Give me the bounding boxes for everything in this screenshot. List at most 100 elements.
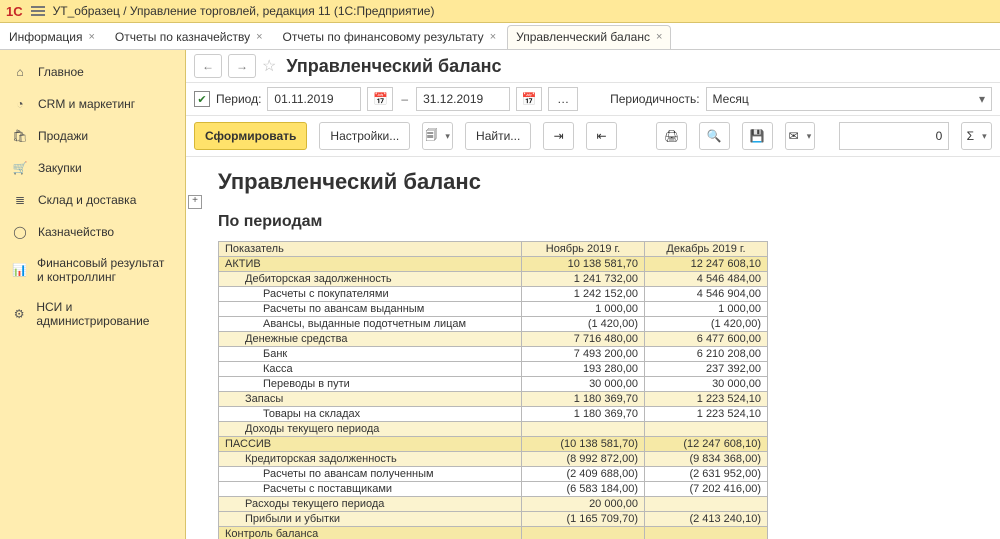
row-label: Запасы <box>219 392 522 407</box>
sum-button[interactable]: Σ▾ <box>961 122 992 150</box>
row-label: Товары на складах <box>219 407 522 422</box>
table-row[interactable]: Расчеты по авансам выданным1 000,001 000… <box>219 302 768 317</box>
report-table: Показатель Ноябрь 2019 г. Декабрь 2019 г… <box>218 241 768 539</box>
crm-icon: ◔ <box>12 96 28 112</box>
sidebar-item-stock[interactable]: ≣Склад и доставка <box>0 184 185 216</box>
row-value-1: 7 716 480,00 <box>522 332 645 347</box>
save-icon: 💾 <box>750 129 765 143</box>
sidebar-item-sales[interactable]: 🛍Продажи <box>0 120 185 152</box>
table-row[interactable]: Денежные средства7 716 480,006 477 600,0… <box>219 332 768 347</box>
row-value-1: (1 420,00) <box>522 317 645 332</box>
save-button[interactable]: 💾 <box>742 122 773 150</box>
table-row[interactable]: Контроль баланса <box>219 527 768 539</box>
sigma-icon: Σ <box>967 129 974 143</box>
frequency-combo[interactable]: Месяц ▾ <box>706 87 992 111</box>
limit-input[interactable]: 0 <box>839 122 949 150</box>
sidebar-item-crm[interactable]: ◔CRM и маркетинг <box>0 88 185 120</box>
date-from-calendar-icon[interactable]: 📅 <box>367 87 393 111</box>
outline-toggle[interactable]: + <box>188 195 202 209</box>
row-value-2: 4 546 484,00 <box>645 272 768 287</box>
period-select-button[interactable]: … <box>548 87 578 111</box>
row-value-1: 10 138 581,70 <box>522 257 645 272</box>
table-row[interactable]: Банк7 493 200,006 210 208,00 <box>219 347 768 362</box>
sidebar-item-purch[interactable]: 🛒Закупки <box>0 152 185 184</box>
print-button[interactable]: 🖨 <box>656 122 687 150</box>
find-button[interactable]: Найти... <box>465 122 531 150</box>
row-label: Расчеты по авансам выданным <box>219 302 522 317</box>
row-value-2: (7 202 416,00) <box>645 482 768 497</box>
sales-icon: 🛍 <box>12 128 28 144</box>
table-row[interactable]: АКТИВ10 138 581,7012 247 608,10 <box>219 257 768 272</box>
table-row[interactable]: Расходы текущего периода20 000,00 <box>219 497 768 512</box>
row-value-2: (2 631 952,00) <box>645 467 768 482</box>
tab-label: Управленческий баланс <box>516 30 650 44</box>
send-button[interactable]: ✉▾ <box>785 122 816 150</box>
print-icon: 🖨 <box>664 129 679 143</box>
table-row[interactable]: Расчеты по авансам полученным(2 409 688,… <box>219 467 768 482</box>
sidebar-item-label: Закупки <box>38 161 82 175</box>
expand-all-button[interactable]: ⇥ <box>543 122 574 150</box>
row-value-1: 1 180 369,70 <box>522 392 645 407</box>
sidebar-item-label: НСИ и администрирование <box>36 300 173 328</box>
period-checkbox[interactable]: ✔ <box>194 91 210 107</box>
preview-icon: 🔍 <box>707 129 722 143</box>
form-report-button[interactable]: Сформировать <box>194 122 307 150</box>
close-icon[interactable]: × <box>490 31 496 43</box>
tab-отчеты-по-финансовому-результату[interactable]: Отчеты по финансовому результату× <box>274 25 506 49</box>
table-row[interactable]: Авансы, выданные подотчетным лицам(1 420… <box>219 317 768 332</box>
report-title: Управленческий баланс <box>218 169 1000 195</box>
nav-back-button[interactable]: ← <box>194 54 222 78</box>
row-label: Расчеты с поставщиками <box>219 482 522 497</box>
row-value-1: 1 241 732,00 <box>522 272 645 287</box>
table-row[interactable]: Расчеты с покупателями1 242 152,004 546 … <box>219 287 768 302</box>
sidebar-item-home[interactable]: ⌂Главное <box>0 56 185 88</box>
date-separator: – <box>399 92 410 106</box>
tab-управленческий-баланс[interactable]: Управленческий баланс × <box>507 25 671 49</box>
row-value-1: (1 165 709,70) <box>522 512 645 527</box>
table-row[interactable]: Дебиторская задолженность1 241 732,004 5… <box>219 272 768 287</box>
row-label: Переводы в пути <box>219 377 522 392</box>
sidebar-item-treasury[interactable]: ◯Казначейство <box>0 216 185 248</box>
sidebar-item-label: Казначейство <box>38 225 114 239</box>
date-to-input[interactable]: 31.12.2019 <box>416 87 510 111</box>
date-from-input[interactable]: 01.11.2019 <box>267 87 361 111</box>
table-row[interactable]: Кредиторская задолженность(8 992 872,00)… <box>219 452 768 467</box>
close-icon[interactable]: × <box>88 31 94 43</box>
sidebar-item-fin[interactable]: 📊Финансовый результат и контроллинг <box>0 248 185 292</box>
nav-forward-button[interactable]: → <box>228 54 256 78</box>
table-row[interactable]: Расчеты с поставщиками(6 583 184,00)(7 2… <box>219 482 768 497</box>
date-to-calendar-icon[interactable]: 📅 <box>516 87 542 111</box>
row-label: ПАССИВ <box>219 437 522 452</box>
preview-button[interactable]: 🔍 <box>699 122 730 150</box>
row-value-1: 193 280,00 <box>522 362 645 377</box>
tab-bar: Информация×Отчеты по казначейству×Отчеты… <box>0 23 1000 50</box>
sidebar-item-admin[interactable]: ⚙НСИ и администрирование <box>0 292 185 336</box>
collapse-all-button[interactable]: ⇤ <box>586 122 617 150</box>
row-value-2: 12 247 608,10 <box>645 257 768 272</box>
report-subtitle: По периодам <box>218 213 1000 231</box>
mail-icon: ✉ <box>789 129 799 143</box>
col-period-1: Ноябрь 2019 г. <box>522 242 645 257</box>
favorite-star-icon[interactable]: ☆ <box>262 56 276 76</box>
table-row[interactable]: ПАССИВ(10 138 581,70)(12 247 608,10) <box>219 437 768 452</box>
app-logo-icon: 1С <box>6 4 23 19</box>
home-icon: ⌂ <box>12 64 28 80</box>
tab-информация[interactable]: Информация× <box>0 25 104 49</box>
row-value-2: 1 223 524,10 <box>645 407 768 422</box>
table-row[interactable]: Переводы в пути30 000,0030 000,00 <box>219 377 768 392</box>
variants-button[interactable]: 🗐▾ <box>422 122 453 150</box>
row-value-1: 7 493 200,00 <box>522 347 645 362</box>
table-row[interactable]: Прибыли и убытки(1 165 709,70)(2 413 240… <box>219 512 768 527</box>
table-row[interactable]: Товары на складах1 180 369,701 223 524,1… <box>219 407 768 422</box>
row-label: Расчеты по авансам полученным <box>219 467 522 482</box>
table-row[interactable]: Касса193 280,00237 392,00 <box>219 362 768 377</box>
tab-отчеты-по-казначейству[interactable]: Отчеты по казначейству× <box>106 25 272 49</box>
table-row[interactable]: Запасы1 180 369,701 223 524,10 <box>219 392 768 407</box>
row-value-2 <box>645 422 768 437</box>
close-icon[interactable]: × <box>256 31 262 43</box>
main-menu-icon[interactable] <box>31 6 45 16</box>
close-icon[interactable]: × <box>656 31 662 43</box>
table-row[interactable]: Доходы текущего периода <box>219 422 768 437</box>
settings-button[interactable]: Настройки... <box>319 122 410 150</box>
row-value-1: (6 583 184,00) <box>522 482 645 497</box>
